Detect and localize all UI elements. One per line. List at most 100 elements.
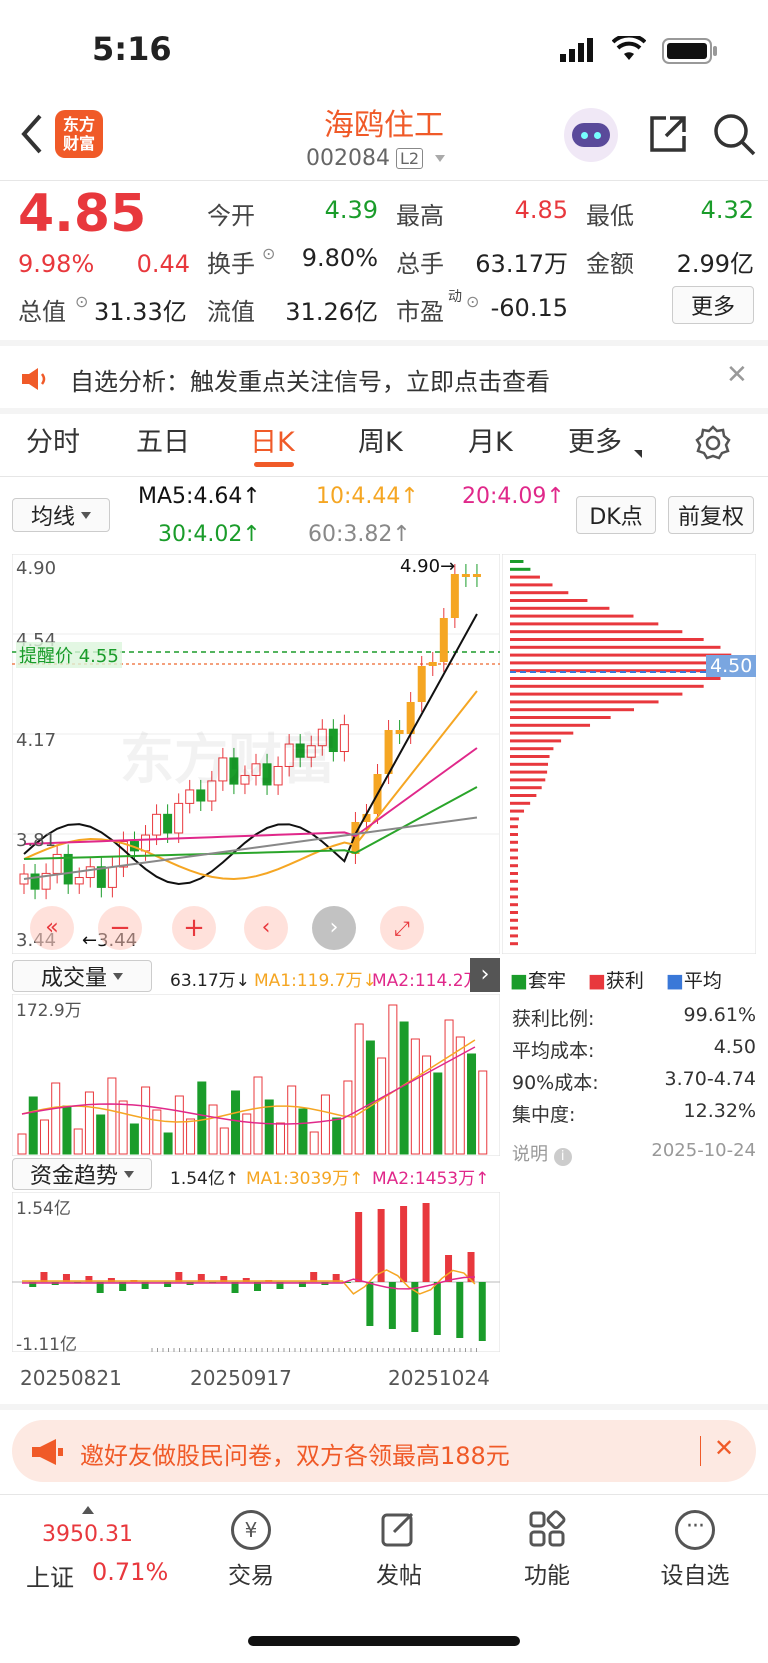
promo-close-icon[interactable]: ✕: [714, 1434, 734, 1462]
tab-five-day[interactable]: 五日: [136, 420, 190, 459]
index-up-arrow-icon: [82, 1506, 94, 1514]
promo-text[interactable]: 邀好友做股民问卷，双方各领最高188元: [80, 1436, 510, 1471]
pe-label: 市盈: [396, 298, 444, 326]
chip-bar: [510, 887, 518, 891]
candle-body: [107, 866, 117, 888]
mktcap-value: 31.33亿: [94, 298, 187, 326]
volume-bar: [309, 1131, 319, 1155]
chip-bar: [510, 599, 588, 602]
chip-date: 2025-10-24: [651, 1140, 756, 1161]
stat-value: 3.70-4.74: [664, 1068, 756, 1090]
nav-post[interactable]: 发帖: [344, 1510, 454, 1590]
volume-selector[interactable]: 成交量: [12, 960, 152, 992]
candle-body: [428, 662, 437, 666]
volume-bar: [219, 1127, 229, 1155]
more-quote-button[interactable]: 更多: [672, 286, 754, 324]
volume-value-label: 63.17万↓: [170, 971, 250, 991]
nav-functions-label: 功能: [524, 1563, 570, 1589]
date-label-3: 20251024: [388, 1366, 490, 1390]
analysis-banner[interactable]: 自选分析：触发重点关注信号，立即点击查看: [70, 362, 550, 397]
prev-icon[interactable]: ‹: [244, 906, 288, 950]
volume-bar: [141, 1086, 151, 1155]
settings-gear-icon[interactable]: [694, 424, 732, 466]
chip-bar: [510, 622, 659, 626]
tab-more[interactable]: 更多: [568, 420, 622, 459]
chip-bar: [510, 700, 659, 704]
chip-stats: 获利比例: 99.61% 平均成本: 4.50 90%成本: 3.70-4.74 集中…: [512, 1004, 756, 1132]
expand-arrow-icon[interactable]: ›: [470, 958, 500, 992]
chip-bar: [510, 731, 574, 735]
tab-monthly-k[interactable]: 月K: [468, 420, 513, 459]
chip-note[interactable]: 说明 i: [512, 1140, 572, 1166]
zoom-in-icon[interactable]: +: [172, 906, 216, 950]
volume-bar: [129, 1123, 139, 1155]
stat-label: 获利比例:: [512, 1008, 595, 1030]
volume-bar: [174, 1095, 184, 1155]
nav-trade[interactable]: ¥ 交易: [196, 1510, 306, 1590]
volume-selector-label: 成交量: [40, 966, 107, 991]
next-icon[interactable]: ›: [312, 906, 356, 950]
high-marker: 4.90→: [400, 556, 456, 577]
volume-bar: [39, 1119, 49, 1155]
index-name[interactable]: 上证: [26, 1558, 74, 1593]
watermark: 东方财富: [120, 728, 336, 791]
ma-selector[interactable]: 均线: [12, 498, 110, 532]
stat-label: 90%成本:: [512, 1072, 599, 1094]
chip-bar: [510, 747, 554, 751]
chip-bar: [510, 606, 610, 610]
chip-bar: [510, 708, 635, 712]
rewind-icon[interactable]: «: [30, 906, 74, 950]
tab-weekly-k[interactable]: 周K: [358, 420, 403, 459]
chip-bar: [510, 794, 537, 797]
candle-body: [163, 813, 173, 834]
adjust-button[interactable]: 前复权: [668, 496, 754, 534]
chip-bar: [510, 591, 569, 595]
battery-icon: [662, 38, 718, 68]
fund-trend-selector[interactable]: 资金趋势: [12, 1158, 152, 1190]
volume-bar: [28, 1096, 38, 1155]
change-pct: 9.98%: [18, 250, 95, 278]
close-banner-icon[interactable]: ✕: [726, 360, 748, 390]
chip-bar: [510, 833, 518, 836]
chip-distribution-chart[interactable]: [502, 554, 756, 954]
note-label: 说明: [512, 1144, 548, 1165]
search-icon[interactable]: [712, 112, 756, 160]
volume-bar: [377, 1057, 387, 1155]
nav-functions[interactable]: 功能: [492, 1510, 602, 1590]
pe-info-icon[interactable]: ⊙: [466, 292, 479, 311]
change-amt: 0.44: [136, 250, 190, 278]
fullscreen-icon[interactable]: ⤢: [380, 906, 424, 950]
ma60-value: 60:3.82↑: [308, 522, 411, 547]
chip-bar: [510, 567, 531, 571]
turnover-value: 9.80%: [301, 244, 378, 272]
nav-add-watchlist[interactable]: ··· 设自选: [640, 1510, 750, 1590]
stock-code-row[interactable]: 002084 L2: [306, 146, 446, 171]
turnover-info-icon[interactable]: ⊙: [262, 244, 275, 263]
robot-avatar-icon[interactable]: [564, 108, 618, 162]
volume-bar: [17, 1133, 27, 1155]
chip-bar: [510, 809, 525, 813]
info-icon[interactable]: ⊙: [75, 292, 88, 311]
volume-bar: [96, 1114, 106, 1155]
volume-bar: [410, 1038, 420, 1155]
index-value[interactable]: 3950.31: [42, 1522, 133, 1547]
chip-bar: [510, 614, 634, 618]
chip-bar: [510, 911, 518, 914]
dk-point-button[interactable]: DK点: [576, 496, 656, 534]
fund-bar: [355, 1212, 363, 1282]
volume-value: 63.17万: [475, 250, 568, 278]
zoom-out-icon[interactable]: −: [98, 906, 142, 950]
candle-body: [74, 877, 84, 885]
chip-bar: [510, 825, 518, 829]
tab-daily-k[interactable]: 日K: [250, 420, 295, 459]
share-icon[interactable]: [648, 114, 688, 158]
tab-fenshi[interactable]: 分时: [26, 420, 80, 459]
volume-chart: [12, 994, 500, 1156]
fund-bar: [478, 1282, 486, 1341]
date-label-2: 20250917: [190, 1366, 292, 1390]
chevron-down-icon: [435, 155, 446, 162]
more-dots-icon: ···: [675, 1510, 715, 1550]
stock-code: 002084: [306, 146, 390, 171]
volume-bar: [444, 1019, 454, 1155]
index-change[interactable]: 0.71%: [92, 1558, 168, 1586]
